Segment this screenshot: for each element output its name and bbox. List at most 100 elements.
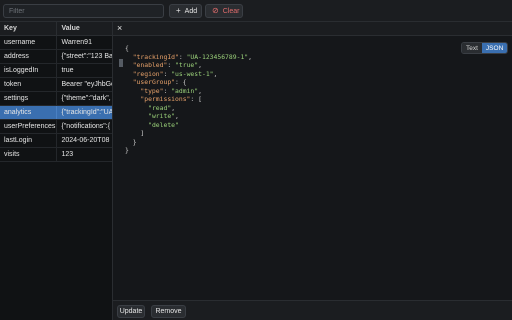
table-row[interactable]: lastLogin 2024-06-20T08 <box>0 134 112 148</box>
json-value: "write" <box>148 112 176 120</box>
json-punct <box>125 61 133 69</box>
json-punct <box>125 78 133 86</box>
json-punct: , <box>171 103 176 112</box>
json-value: "delete" <box>148 120 179 129</box>
row-key: username <box>0 36 58 49</box>
json-key: "userGroup" <box>132 78 176 86</box>
json-punct <box>125 70 133 78</box>
json-value: "true" <box>175 61 199 69</box>
text-mode-button[interactable]: Text <box>462 43 482 53</box>
table-row[interactable]: settings {"theme":"dark", <box>0 92 112 106</box>
table-row[interactable]: userPreferences {"notifications":{ <box>0 120 112 134</box>
code-line: { <box>125 44 252 53</box>
json-punct: : <box>167 61 176 69</box>
code-line: "userGroup": { <box>125 78 252 87</box>
row-key: analytics <box>0 106 58 119</box>
json-punct: { <box>125 44 129 52</box>
json-value: "UA-123456789-1" <box>186 52 249 61</box>
code-line: "permissions": [ <box>125 95 252 104</box>
row-key: address <box>0 50 58 63</box>
clear-button-label: Clear <box>222 7 240 15</box>
json-punct: : [ <box>190 95 202 103</box>
json-punct: } <box>125 146 129 154</box>
code-line: "type": "admin", <box>125 87 252 96</box>
json-value: "read" <box>148 103 172 112</box>
detail-footer: Update Remove <box>113 300 512 320</box>
json-key: "trackingId" <box>132 52 179 61</box>
json-punct <box>125 87 140 95</box>
code-line: ] <box>125 129 252 138</box>
code-line: "write", <box>125 112 252 121</box>
ban-icon: ⊘ <box>212 6 219 15</box>
table-row[interactable]: isLoggedIn true <box>0 64 112 78</box>
storage-table: Key Value username Warren91 address {"stree… <box>0 22 113 320</box>
add-button-label: Add <box>184 7 198 15</box>
json-punct: , <box>248 52 252 61</box>
row-value: {"street":"123 Ba <box>61 53 112 60</box>
json-code[interactable]: { "trackingId": "UA-123456789-1", "enabl… <box>125 44 252 155</box>
json-editor[interactable]: { "trackingId": "UA-123456789-1", "enabl… <box>113 36 512 300</box>
row-key: visits <box>0 148 58 161</box>
filter-input[interactable] <box>3 4 164 18</box>
code-line: "trackingId": "UA-123456789-1", <box>125 53 252 62</box>
table-row[interactable]: address {"street":"123 Ba <box>0 50 112 64</box>
json-mode-button[interactable]: JSON <box>481 43 508 53</box>
json-punct: , <box>198 86 202 95</box>
row-value: Bearer "eyJhbGc <box>61 81 112 88</box>
row-value: {"theme":"dark", <box>61 95 111 102</box>
json-key: "enabled" <box>132 61 168 69</box>
table-body: username Warren91 address {"street":"123 Ba… <box>0 36 112 162</box>
row-value: Warren91 <box>61 39 92 46</box>
json-value: "admin" <box>171 86 199 95</box>
update-button[interactable]: Update <box>117 305 145 318</box>
json-punct <box>125 121 148 129</box>
json-punct: , <box>213 69 218 78</box>
json-punct <box>125 53 133 61</box>
toolbar: + Add ⊘ Clear <box>0 0 512 22</box>
table-row[interactable]: analytics {"trackingId":"UA <box>0 106 112 120</box>
row-key: settings <box>0 92 58 105</box>
table-row[interactable]: visits 123 <box>0 148 112 162</box>
code-line: "delete" <box>125 121 252 130</box>
view-mode-toggle: Text JSON <box>461 42 509 54</box>
detail-header: × <box>113 22 512 36</box>
table-header: Key Value <box>0 22 112 36</box>
detail-panel: × { "trackingId": "UA-123456789-1", "ena… <box>113 22 512 320</box>
code-line: } <box>125 146 252 155</box>
row-key: isLoggedIn <box>0 64 58 77</box>
code-line: } <box>125 138 252 147</box>
json-punct: } <box>125 137 137 146</box>
clear-button[interactable]: ⊘ Clear <box>205 4 243 18</box>
editor-gutter-marker <box>119 59 123 67</box>
json-punct: ] <box>125 129 145 137</box>
row-key: lastLogin <box>0 134 58 147</box>
code-line: "enabled": "true", <box>125 61 252 70</box>
plus-icon: + <box>176 6 181 15</box>
json-key: "permissions" <box>140 95 191 103</box>
json-punct: : { <box>175 78 187 86</box>
row-key: token <box>0 78 58 91</box>
json-value: "us-west-1" <box>171 69 214 78</box>
row-value: true <box>61 67 74 74</box>
json-key: "type" <box>140 86 164 95</box>
key-column-header[interactable]: Key <box>0 22 58 35</box>
value-column-header[interactable]: Value <box>57 22 112 35</box>
code-line: "read", <box>125 104 252 113</box>
json-punct <box>125 95 140 103</box>
json-punct: : <box>178 52 187 61</box>
json-key: "region" <box>132 69 164 78</box>
row-value: {"notifications":{ <box>61 123 111 130</box>
add-button[interactable]: + Add <box>169 4 202 18</box>
json-punct: , <box>175 112 179 120</box>
row-value: 123 <box>61 151 74 158</box>
table-row[interactable]: username Warren91 <box>0 36 112 50</box>
table-row[interactable]: token Bearer "eyJhbGc <box>0 78 112 92</box>
row-key: userPreferences <box>0 120 58 133</box>
json-punct: , <box>198 61 202 69</box>
json-punct <box>125 104 148 112</box>
remove-button[interactable]: Remove <box>151 305 186 318</box>
json-punct <box>125 112 148 120</box>
close-icon[interactable]: × <box>117 23 122 33</box>
row-value: 2024-06-20T08 <box>61 137 110 144</box>
row-value: {"trackingId":"UA <box>61 109 112 116</box>
